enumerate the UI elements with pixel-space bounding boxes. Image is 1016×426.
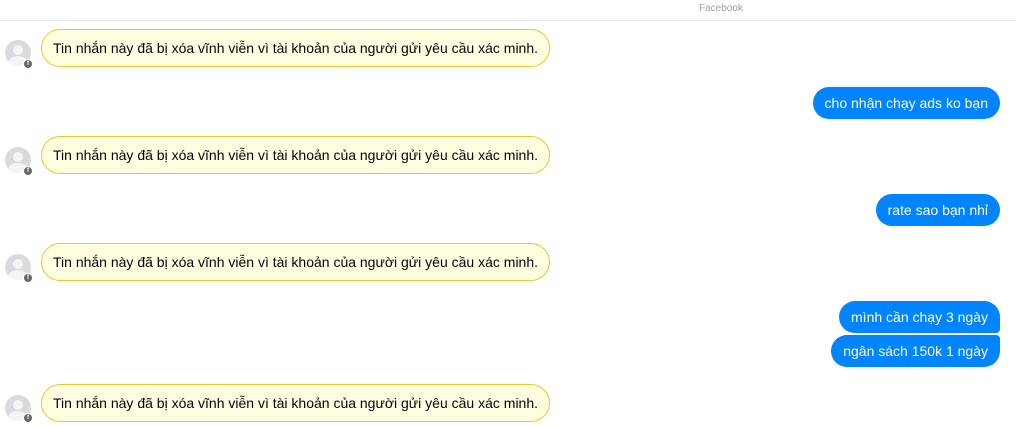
facebook-badge-icon: f bbox=[23, 59, 33, 69]
outgoing-message-bubble[interactable]: ngân sách 150k 1 ngày bbox=[831, 335, 1000, 367]
deleted-message-bubble[interactable]: Tin nhắn này đã bị xóa vĩnh viễn vì tài … bbox=[41, 384, 551, 422]
outgoing-message-bubble[interactable]: rate sao bạn nhỉ bbox=[875, 194, 1000, 226]
outgoing-message-bubble[interactable]: cho nhận chạy ads ko bạn bbox=[812, 87, 1000, 119]
deleted-message-bubble[interactable]: Tin nhắn này đã bị xóa vĩnh viễn vì tài … bbox=[41, 243, 551, 281]
facebook-badge-icon: f bbox=[23, 273, 33, 283]
outgoing-message-bubble[interactable]: mình cần chạy 3 ngày bbox=[839, 301, 1000, 333]
deleted-message-bubble[interactable]: Tin nhắn này đã bị xóa vĩnh viễn vì tài … bbox=[41, 136, 551, 174]
deleted-message-bubble[interactable]: Tin nhắn này đã bị xóa vĩnh viễn vì tài … bbox=[41, 29, 551, 67]
facebook-badge-icon: f bbox=[23, 166, 33, 176]
source-label: Facebook bbox=[699, 3, 743, 14]
facebook-badge-icon: f bbox=[23, 413, 33, 423]
top-bar: Facebook bbox=[0, 0, 1016, 21]
